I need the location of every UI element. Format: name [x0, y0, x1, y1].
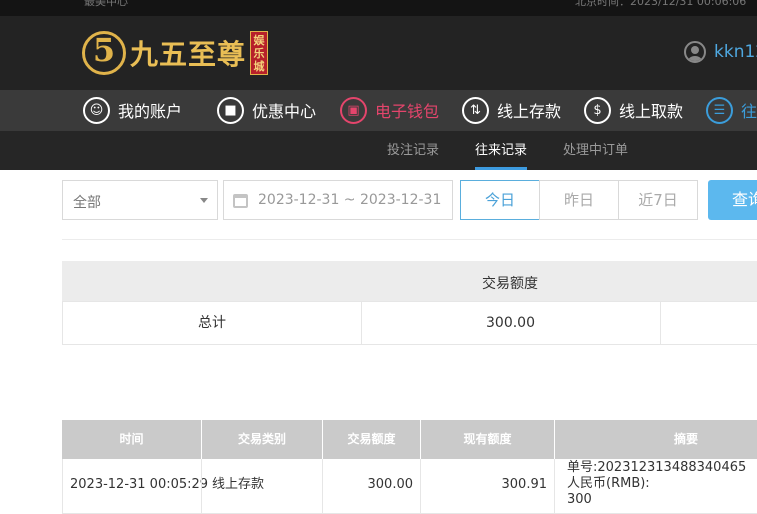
row-summary: 单号:202312313488340465 人民币(RMB): 300 — [567, 460, 746, 508]
withdraw-icon: $ — [584, 96, 611, 124]
range-today-button[interactable]: 今日 — [460, 180, 540, 220]
nav-label: 线上取款 — [619, 102, 684, 121]
column-header: 交易类别 — [237, 432, 286, 446]
column-header: 摘要 — [673, 432, 698, 446]
page: 最美中心 北京时间：2023/12/31 00:06:06 九五至尊 娱 乐 城… — [0, 0, 757, 514]
logo-tag-char: 乐 — [253, 46, 265, 60]
range-last7-button[interactable]: 近7日 — [618, 180, 698, 220]
date-range-value: 2023-12-31 ~ 2023-12-31 — [258, 192, 442, 208]
gift-icon: ■ — [217, 96, 244, 124]
column-header: 交易额度 — [347, 432, 396, 446]
cell-divider — [554, 459, 555, 514]
chevron-down-icon — [200, 198, 208, 203]
header: 九五至尊 娱 乐 城 kkn12 — [0, 16, 757, 90]
calendar-icon — [233, 194, 248, 208]
range-yesterday-button[interactable]: 昨日 — [539, 180, 619, 220]
logo-name: 九五至尊 — [130, 38, 247, 71]
nav-label: 线上存款 — [497, 102, 562, 121]
user-avatar-icon — [684, 41, 706, 63]
type-select[interactable]: 全部 — [62, 180, 218, 220]
tab-transaction-records[interactable]: 往来记录 — [475, 131, 528, 170]
nav-online-deposit[interactable]: ⇅ 线上存款 — [462, 95, 561, 125]
nav-label: 我的账户 — [118, 102, 183, 121]
top-strip-left-text: 最美中心 — [84, 0, 128, 8]
tab-bet-records[interactable]: 投注记录 — [387, 131, 439, 170]
nav-records[interactable]: ☰ 往来记录 — [706, 95, 757, 125]
nav-online-withdraw[interactable]: $ 线上取款 — [584, 95, 683, 125]
nav-e-wallet[interactable]: ▣ 电子钱包 — [340, 95, 439, 125]
summary-line: 人民币(RMB): — [567, 476, 650, 491]
summary-total-label: 总计 — [198, 315, 226, 331]
query-button[interactable]: 查询 — [708, 180, 757, 220]
detail-table-header: 时间 交易类别 交易额度 现有额度 摘要 — [62, 420, 757, 459]
date-range-input[interactable]: 2023-12-31 ~ 2023-12-31 — [223, 180, 453, 220]
logo-emblem-icon — [82, 31, 126, 75]
nav-label: 电子钱包 — [375, 102, 440, 121]
sub-nav: 投注记录 往来记录 处理中订单 — [0, 131, 757, 170]
site-logo[interactable]: 九五至尊 娱 乐 城 — [82, 28, 269, 78]
summary-total-value: 300.00 — [486, 315, 535, 331]
summary-header-label: 交易额度 — [482, 276, 538, 292]
nav-promotions[interactable]: ■ 优惠中心 — [217, 95, 316, 125]
column-header: 现有额度 — [463, 432, 512, 446]
deposit-icon: ⇅ — [462, 96, 489, 124]
row-time: 2023-12-31 00:05:29 — [70, 477, 209, 492]
cell-divider — [660, 302, 661, 344]
column-header: 时间 — [119, 432, 144, 446]
user-name: kkn12 — [714, 42, 757, 62]
nav-my-account[interactable]: ☺ 我的账户 — [83, 95, 182, 125]
table-row: 2023-12-31 00:05:29 线上存款 300.00 300.91 单… — [62, 459, 757, 514]
user-icon: ☺ — [83, 96, 110, 124]
summary-row: 总计 300.00 — [62, 301, 757, 345]
records-icon: ☰ — [706, 96, 733, 124]
row-category: 线上存款 — [212, 477, 265, 492]
user-account[interactable]: kkn12 — [684, 41, 757, 63]
wallet-icon: ▣ — [340, 96, 367, 124]
summary-header: 交易额度 — [62, 261, 757, 301]
cell-divider — [201, 459, 202, 514]
nav-label: 往来记录 — [741, 102, 757, 121]
top-strip-time: 北京时间：2023/12/31 00:06:06 — [575, 0, 747, 8]
tab-pending-orders[interactable]: 处理中订单 — [563, 131, 628, 170]
summary-line: 单号:202312313488340465 — [567, 460, 747, 475]
type-select-value: 全部 — [73, 195, 101, 211]
main-nav: ☺ 我的账户 ■ 优惠中心 ▣ 电子钱包 ⇅ 线上存款 $ 线上取款 ☰ 往来记… — [0, 90, 757, 131]
logo-tag: 娱 乐 城 — [250, 31, 269, 75]
row-amount: 300.00 — [367, 477, 414, 492]
divider — [62, 239, 757, 240]
summary-line: 300 — [567, 492, 592, 507]
logo-tag-char: 城 — [253, 59, 265, 73]
nav-label: 优惠中心 — [252, 102, 317, 121]
top-strip: 最美中心 北京时间：2023/12/31 00:06:06 — [0, 0, 757, 16]
row-balance: 300.91 — [501, 477, 548, 492]
logo-tag-char: 娱 — [253, 33, 265, 47]
